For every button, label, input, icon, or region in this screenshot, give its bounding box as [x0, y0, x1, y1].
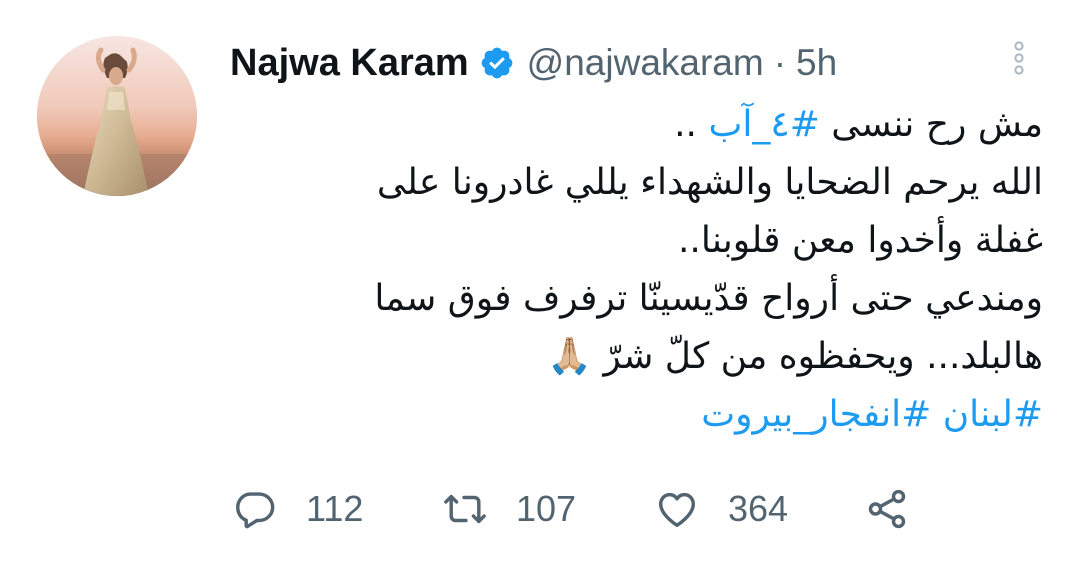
tweet-line-4: ومندعي حتى أرواح قدّيسينّا ترفرف فوق سما	[374, 278, 1043, 319]
tweet-line-1: مش رح ننسى #٤_آب ..	[223, 96, 1043, 154]
reply-icon	[232, 486, 278, 532]
tweet-line-3: غفلة وأخدوا معن قلوبنا..	[677, 220, 1043, 261]
tweet-card[interactable]: Najwa Karam @najwakaram · 5h مش رح ننسى …	[0, 0, 1080, 579]
author-display-name[interactable]: Najwa Karam	[230, 42, 469, 85]
tweet-header: Najwa Karam @najwakaram · 5h	[230, 38, 837, 88]
retweet-icon	[442, 486, 488, 532]
tweet-timestamp[interactable]: 5h	[796, 42, 837, 84]
more-options-icon[interactable]	[1004, 40, 1034, 80]
reply-button[interactable]: 112	[232, 486, 442, 532]
tweet-line-2: الله يرحم الضحايا والشهداء يللي غادرونا …	[376, 162, 1043, 203]
share-icon	[864, 486, 910, 532]
hashtags-line: #لبنان #انفجار_بيروت	[223, 386, 1043, 444]
hashtag-link[interactable]: #٤_آب	[708, 104, 819, 145]
hashtag-link[interactable]: #انفجار_بيروت	[701, 394, 931, 435]
like-count: 364	[728, 488, 789, 529]
heart-icon	[654, 486, 700, 532]
author-handle[interactable]: @najwakaram	[527, 42, 764, 84]
tweet-actions: 112 107 364	[232, 484, 910, 534]
reply-count: 112	[306, 488, 364, 529]
like-button[interactable]: 364	[654, 486, 864, 532]
tweet-line-1-tail: ..	[674, 104, 709, 145]
share-button[interactable]	[864, 486, 910, 532]
tweet-line-1-text: مش رح ننسى	[819, 104, 1043, 145]
retweet-count: 107	[516, 488, 577, 529]
verified-badge-icon	[479, 45, 515, 81]
separator-dot: ·	[773, 42, 787, 83]
retweet-button[interactable]: 107	[442, 486, 654, 532]
hashtag-link[interactable]: #لبنان	[943, 394, 1043, 435]
avatar[interactable]	[37, 36, 197, 196]
tweet-line-5: هالبلد... ويحفظوه من كلّ شرّ 🙏🏼	[547, 336, 1043, 377]
tweet-text: مش رح ننسى #٤_آب .. الله يرحم الضحايا وا…	[223, 96, 1043, 444]
avatar-photo	[37, 36, 197, 196]
